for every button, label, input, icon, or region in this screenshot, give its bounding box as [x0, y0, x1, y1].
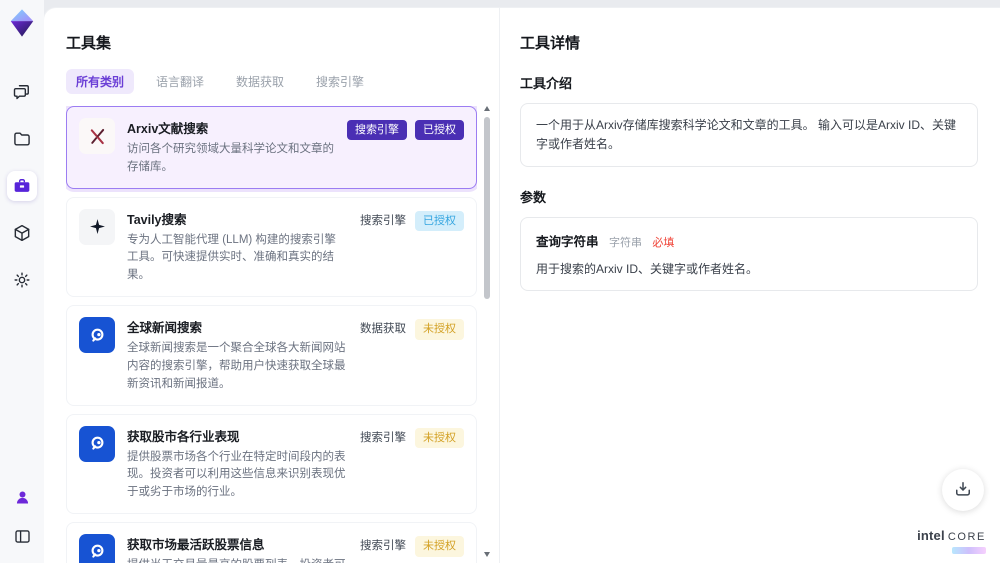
sidebar-item-toolbox[interactable] — [7, 171, 37, 201]
parameter-description: 用于搜索的Arxiv ID、关键字或作者姓名。 — [536, 262, 759, 277]
main-panel: 工具集 所有类别 语言翻译 数据获取 搜索引擎 Arxiv文献搜索 访问各个研究… — [44, 8, 1000, 563]
tab-language-translation[interactable]: 语言翻译 — [146, 69, 214, 94]
tab-all-categories[interactable]: 所有类别 — [66, 69, 135, 94]
auth-status-badge: 未授权 — [415, 536, 464, 557]
tool-title: Tavily搜索 — [127, 212, 187, 227]
tool-card[interactable]: 全球新闻搜索 全球新闻搜索是一个聚合全球各大新闻网站内容的搜索引擎，帮助用户快速… — [66, 305, 477, 406]
app-logo-icon — [6, 7, 38, 39]
tool-badges: 数据获取 未授权 — [359, 317, 464, 340]
folder-icon — [12, 129, 32, 149]
tool-card-text: Tavily搜索 专为人工智能代理 (LLM) 构建的搜索引擎工具。可快速提供实… — [127, 209, 347, 285]
parameter-item: 查询字符串 字符串 必填 用于搜索的Arxiv ID、关键字或作者姓名。 — [520, 217, 978, 292]
download-button[interactable] — [942, 469, 984, 511]
sidebar-nav — [7, 77, 37, 295]
sidebar-item-avatar[interactable] — [7, 482, 37, 512]
tab-data-fetch[interactable]: 数据获取 — [226, 69, 294, 94]
tool-card[interactable]: Arxiv文献搜索 访问各个研究领域大量科学论文和文章的存储库。 搜索引擎 已授… — [66, 106, 477, 189]
parameter-required-badge: 必填 — [652, 237, 675, 250]
tab-search-engine[interactable]: 搜索引擎 — [306, 69, 374, 94]
brand-gradient-badge — [952, 547, 986, 554]
category-tabs: 所有类别 语言翻译 数据获取 搜索引擎 — [66, 69, 493, 94]
tool-intro-heading: 工具介绍 — [520, 76, 573, 91]
sidebar-item-gear[interactable] — [7, 265, 37, 295]
tool-card[interactable]: 获取市场最活跃股票信息 提供当天交易量最高的股票列表，投资者可以利用这些信息来识… — [66, 521, 477, 563]
arxiv-icon — [79, 118, 115, 154]
globe-search-icon — [79, 317, 115, 354]
globe-search-icon — [79, 533, 115, 563]
tool-title: 获取市场最活跃股票信息 — [127, 537, 265, 552]
category-badge: 搜索引擎 — [360, 431, 406, 444]
auth-status-badge: 已授权 — [415, 120, 464, 141]
tool-description: 提供股票市场各个行业在特定时间段内的表现。投资者可以利用这些信息来识别表现优于或… — [127, 450, 346, 499]
sidebar-bottom — [7, 482, 37, 563]
tools-panel: 工具集 所有类别 语言翻译 数据获取 搜索引擎 Arxiv文献搜索 访问各个研究… — [44, 8, 500, 563]
tool-title: 获取股市各行业表现 — [127, 429, 240, 444]
sidebar-item-cube[interactable] — [7, 218, 37, 248]
scroll-up-arrow-icon[interactable] — [484, 106, 490, 111]
globe-search-icon — [79, 425, 115, 462]
category-badge: 数据获取 — [360, 323, 406, 336]
tool-title: Arxiv文献搜索 — [127, 122, 209, 136]
list-scrollbar[interactable] — [482, 106, 492, 559]
tool-card-text: 获取股市各行业表现 提供股票市场各个行业在特定时间段内的表现。投资者可以利用这些… — [127, 426, 347, 502]
gear-icon — [12, 270, 32, 290]
tool-badges: 搜索引擎 未授权 — [359, 534, 464, 557]
category-badge: 搜索引擎 — [360, 214, 406, 227]
category-badge: 搜索引擎 — [347, 120, 407, 141]
chat-icon — [12, 82, 32, 102]
tool-intro-text: 一个用于从Arxiv存储库搜索科学论文和文章的工具。 输入可以是Arxiv ID… — [520, 103, 978, 168]
parameter-type: 字符串 — [608, 237, 642, 250]
tool-description: 专为人工智能代理 (LLM) 构建的搜索引擎工具。可快速提供实时、准确和真实的结… — [127, 233, 336, 282]
tool-description: 全球新闻搜索是一个聚合全球各大新闻网站内容的搜索引擎，帮助用户快速获取全球最新资… — [127, 342, 346, 390]
tool-description: 提供当天交易量最高的股票列表，投资者可以利用这些信息来识别流动性强的股票和潜在的… — [127, 557, 347, 563]
scrollbar-thumb[interactable] — [484, 117, 490, 299]
tool-card[interactable]: 获取股市各行业表现 提供股票市场各个行业在特定时间段内的表现。投资者可以利用这些… — [66, 413, 477, 514]
tool-card-list: Arxiv文献搜索 访问各个研究领域大量科学论文和文章的存储库。 搜索引擎 已授… — [66, 106, 477, 563]
parameter-header: 查询字符串 字符串 必填 — [536, 231, 962, 251]
tool-card-text: 全球新闻搜索 全球新闻搜索是一个聚合全球各大新闻网站内容的搜索引擎，帮助用户快速… — [127, 317, 347, 393]
tool-card-text: Arxiv文献搜索 访问各个研究领域大量科学论文和文章的存储库。 — [127, 118, 335, 177]
download-icon — [953, 479, 973, 502]
tool-badges: 搜索引擎 已授权 — [347, 118, 464, 141]
category-badge: 搜索引擎 — [360, 539, 406, 552]
sidebar-item-chat[interactable] — [7, 77, 37, 107]
params-heading: 参数 — [520, 190, 547, 206]
tool-badges: 搜索引擎 已授权 — [359, 209, 464, 232]
tool-description: 访问各个研究领域大量科学论文和文章的存储库。 — [127, 143, 334, 173]
parameter-name: 查询字符串 — [536, 235, 599, 250]
scroll-down-arrow-icon[interactable] — [484, 552, 490, 557]
sidebar-item-folder[interactable] — [7, 124, 37, 154]
auth-status-badge: 未授权 — [415, 319, 464, 340]
sidebar-item-panel-toggle[interactable] — [7, 521, 37, 551]
intel-core-logo: intel CORE — [917, 527, 986, 554]
tools-panel-title: 工具集 — [66, 35, 112, 52]
tool-details-panel: 工具详情 工具介绍 一个用于从Arxiv存储库搜索科学论文和文章的工具。 输入可… — [500, 8, 1000, 563]
tool-card-text: 获取市场最活跃股票信息 提供当天交易量最高的股票列表，投资者可以利用这些信息来识… — [127, 534, 347, 563]
avatar-icon — [13, 488, 32, 507]
tool-badges: 搜索引擎 未授权 — [359, 426, 464, 449]
auth-status-badge: 未授权 — [415, 427, 464, 449]
cube-icon — [12, 223, 32, 243]
intel-core-wordmark: intel CORE — [917, 528, 986, 543]
toolbox-icon — [12, 176, 32, 196]
details-panel-title: 工具详情 — [520, 35, 581, 52]
auth-status-badge: 已授权 — [415, 210, 464, 232]
sidebar — [0, 0, 44, 563]
tool-card[interactable]: Tavily搜索 专为人工智能代理 (LLM) 构建的搜索引擎工具。可快速提供实… — [66, 196, 477, 298]
tool-title: 全球新闻搜索 — [127, 321, 203, 336]
app-window: 工具集 所有类别 语言翻译 数据获取 搜索引擎 Arxiv文献搜索 访问各个研究… — [0, 0, 1000, 563]
panel-toggle-icon — [13, 527, 32, 546]
tool-card-list-wrap: Arxiv文献搜索 访问各个研究领域大量科学论文和文章的存储库。 搜索引擎 已授… — [66, 106, 493, 563]
tavily-icon — [79, 208, 115, 245]
